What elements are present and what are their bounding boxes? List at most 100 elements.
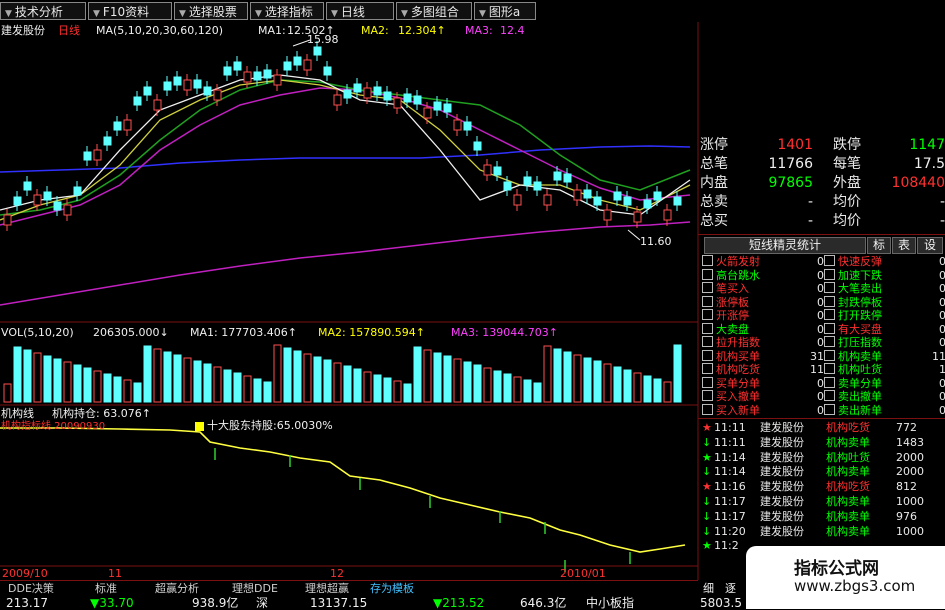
tick-type: 机构卖单 bbox=[826, 509, 870, 523]
checkbox[interactable] bbox=[702, 268, 713, 280]
tick-volume: 1000 bbox=[896, 495, 924, 508]
bottom-tab-ideal-super[interactable]: 理想超赢 bbox=[305, 583, 349, 595]
volume-bar bbox=[383, 377, 392, 403]
volume-bar bbox=[533, 382, 542, 403]
stats-item-label: 大笔卖出 bbox=[838, 282, 882, 295]
volume-bar bbox=[83, 367, 92, 403]
checkbox[interactable] bbox=[702, 390, 713, 401]
checkbox[interactable] bbox=[702, 322, 713, 334]
checkbox[interactable] bbox=[824, 282, 835, 293]
checkbox[interactable] bbox=[824, 390, 835, 401]
stats-item[interactable]: 有大买盘 bbox=[824, 322, 882, 336]
stats-item[interactable]: 拉升指数 bbox=[702, 336, 760, 349]
checkbox[interactable] bbox=[824, 336, 835, 347]
stats-item[interactable]: 卖单分单 bbox=[824, 376, 882, 390]
stats-item[interactable]: 卖出新单 bbox=[824, 403, 882, 417]
stats-item[interactable]: 机构买单 bbox=[702, 349, 760, 363]
volume-bar bbox=[223, 369, 232, 403]
stats-item[interactable]: 笔买入 bbox=[702, 282, 749, 295]
stats-item[interactable]: 高台跳水 bbox=[702, 268, 760, 282]
checkbox[interactable] bbox=[824, 376, 835, 388]
candle-body bbox=[453, 119, 462, 131]
candle-body bbox=[403, 93, 412, 103]
quote-label: 总买 bbox=[700, 213, 728, 229]
tick-time: 11:11 bbox=[714, 421, 746, 434]
sme-index-value: 5803.5 bbox=[700, 596, 742, 610]
stats-item[interactable]: 机构吐货 bbox=[824, 363, 882, 376]
volume-bar bbox=[663, 381, 672, 403]
inst-holding: 机构持仓: 63.076↑ bbox=[52, 407, 151, 420]
stats-item[interactable]: 打压指数 bbox=[824, 336, 882, 349]
checkbox[interactable] bbox=[702, 363, 713, 374]
bottom-tab-ideal-dde[interactable]: 理想DDE bbox=[232, 583, 278, 595]
checkbox[interactable] bbox=[824, 322, 835, 334]
candle-body bbox=[203, 86, 212, 96]
checkbox[interactable] bbox=[702, 255, 713, 266]
checkbox[interactable] bbox=[702, 282, 713, 293]
stats-item[interactable]: 开涨停 bbox=[702, 309, 749, 322]
stats-item-label: 涨停板 bbox=[716, 295, 749, 309]
candle-body bbox=[583, 189, 592, 199]
bottom-btn-step[interactable]: 逐 bbox=[725, 583, 736, 595]
stats-item[interactable]: 买入新单 bbox=[702, 403, 760, 417]
stats-item[interactable]: 大卖盘 bbox=[702, 322, 749, 336]
bottom-tab-save-template[interactable]: 存为模板 bbox=[370, 583, 414, 595]
quote-row: 内盘 97865 外盘 108440 bbox=[698, 174, 945, 193]
checkbox[interactable] bbox=[702, 349, 713, 361]
checkbox[interactable] bbox=[824, 363, 835, 374]
legend-swatch bbox=[195, 422, 204, 431]
stats-item[interactable]: 涨停板 bbox=[702, 295, 749, 309]
stats-item-count: 0 bbox=[817, 295, 824, 309]
checkbox[interactable] bbox=[824, 403, 835, 415]
inst-holding-line bbox=[0, 427, 686, 553]
stats-item[interactable]: 机构吃货 bbox=[702, 363, 760, 376]
vol-ma1: MA1: 177703.406↑ bbox=[190, 326, 297, 339]
checkbox[interactable] bbox=[824, 295, 835, 307]
checkbox[interactable] bbox=[702, 295, 713, 307]
checkbox[interactable] bbox=[702, 403, 713, 415]
bottom-tab-standard[interactable]: 标准 bbox=[95, 583, 117, 595]
stats-item-count: 1 bbox=[939, 363, 945, 376]
stats-item[interactable]: 买单分单 bbox=[702, 376, 760, 390]
stats-item[interactable]: 封跌停板 bbox=[824, 295, 882, 309]
stats-item-count: 31 bbox=[810, 349, 824, 363]
checkbox[interactable] bbox=[824, 268, 835, 280]
tick-time: 11:17 bbox=[714, 509, 746, 523]
candle-body bbox=[373, 86, 382, 96]
stats-item[interactable]: 火箭发射 bbox=[702, 255, 760, 268]
tick-stock-name: 建发股份 bbox=[760, 450, 804, 464]
stats-item-count: 0 bbox=[939, 403, 945, 417]
watermark: 指标公式网 www.zbgs3.com bbox=[746, 546, 945, 609]
stats-item[interactable]: 买入撤单 bbox=[702, 390, 760, 403]
bottom-tab-super-analysis[interactable]: 超赢分析 bbox=[155, 583, 199, 595]
volume-bar bbox=[353, 368, 362, 403]
bottom-tab-dde[interactable]: DDE决策 bbox=[8, 583, 54, 595]
checkbox[interactable] bbox=[702, 336, 713, 347]
checkbox[interactable] bbox=[702, 376, 713, 388]
vol-ma3: MA3: 139044.703↑ bbox=[451, 326, 558, 339]
stats-item[interactable]: 加速下跌 bbox=[824, 268, 882, 282]
volume-bar bbox=[523, 379, 532, 403]
stats-item[interactable]: 打开跌停 bbox=[824, 309, 882, 322]
volume-bar bbox=[53, 358, 62, 403]
volume-bar bbox=[393, 380, 402, 403]
stats-item-label: 大卖盘 bbox=[716, 322, 749, 336]
candle-body bbox=[103, 136, 112, 146]
checkbox[interactable] bbox=[824, 349, 835, 361]
vol-value: 206305.000↓ bbox=[93, 326, 169, 339]
checkbox[interactable] bbox=[702, 309, 713, 320]
stats-item[interactable]: 大笔卖出 bbox=[824, 282, 882, 295]
tick-type: 机构吃货 bbox=[826, 421, 870, 434]
stats-item[interactable]: 卖出撤单 bbox=[824, 390, 882, 403]
volume-bar bbox=[653, 378, 662, 403]
bottom-btn-detail[interactable]: 细 bbox=[703, 583, 714, 595]
volume-bar bbox=[3, 383, 12, 403]
tick-time: 11:2 bbox=[714, 539, 739, 553]
inst-title: 机构线 bbox=[1, 407, 34, 420]
tick-type: 机构卖单 bbox=[826, 524, 870, 538]
checkbox[interactable] bbox=[824, 255, 835, 266]
volume-bar bbox=[273, 344, 282, 403]
stats-item[interactable]: 机构卖单 bbox=[824, 349, 882, 363]
checkbox[interactable] bbox=[824, 309, 835, 320]
stats-item[interactable]: 快速反弹 bbox=[824, 255, 882, 268]
